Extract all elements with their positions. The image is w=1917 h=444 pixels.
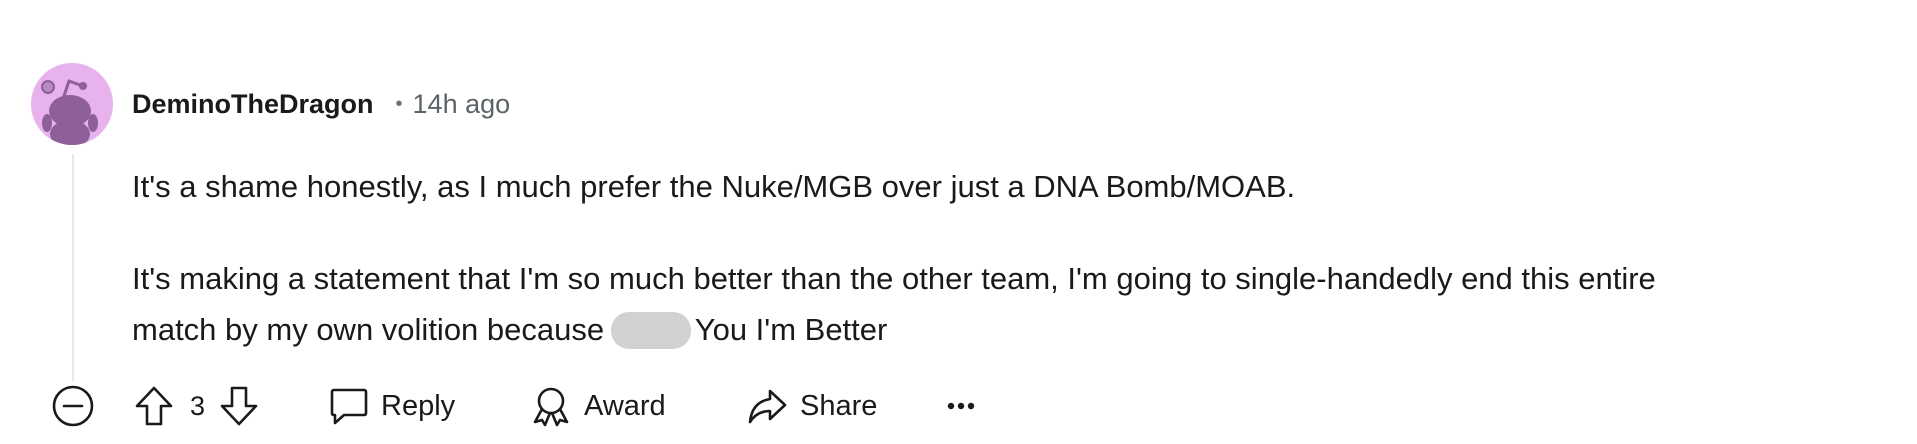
comment-meta: DeminoTheDragon • 14h ago [132, 86, 510, 122]
upvote-arrow-icon [135, 386, 173, 426]
reply-label: Reply [381, 389, 456, 422]
award-ribbon-icon [533, 387, 569, 427]
more-options-icon [947, 402, 975, 410]
share-arrow-icon [748, 389, 787, 424]
award-label: Award [584, 389, 666, 422]
minus-circle-icon [52, 385, 94, 427]
vote-control: 3 [134, 378, 259, 434]
thread-line[interactable] [72, 154, 74, 381]
upvote-button[interactable] [134, 384, 174, 428]
downvote-button[interactable] [219, 384, 259, 428]
speech-bubble-icon [330, 388, 368, 425]
comment-paragraph-2: It's making a statement that I'm so much… [132, 253, 1656, 355]
comment-paragraph-2-line-1: It's making a statement that I'm so much… [132, 261, 1656, 296]
comment-paragraph-2-line-2: match by my own volition because You I'm… [132, 304, 1656, 355]
redacted-text-blur [610, 312, 691, 349]
reply-button[interactable]: Reply [329, 378, 455, 434]
meta-separator: • [395, 92, 403, 115]
award-button[interactable]: Award [530, 378, 666, 434]
downvote-arrow-icon [220, 386, 258, 426]
more-options-button[interactable] [947, 378, 975, 434]
share-button[interactable]: Share [746, 378, 877, 434]
line-2-after-redaction: You I'm Better [694, 312, 888, 347]
share-label: Share [800, 389, 878, 422]
vote-count: 3 [190, 390, 206, 421]
comment: DeminoTheDragon • 14h ago It's a shame h… [0, 0, 1917, 444]
avatar[interactable] [31, 63, 113, 145]
comment-paragraph-1: It's a shame honestly, as I much prefer … [132, 169, 1296, 204]
author-name[interactable]: DeminoTheDragon [132, 89, 374, 120]
collapse-button[interactable] [51, 378, 95, 434]
snoo-avatar-icon [31, 63, 113, 145]
comment-action-bar: 3 Reply Award Share [0, 378, 1917, 434]
timestamp[interactable]: 14h ago [413, 89, 511, 120]
line-2-before-redaction: match by my own volition because [132, 312, 605, 347]
